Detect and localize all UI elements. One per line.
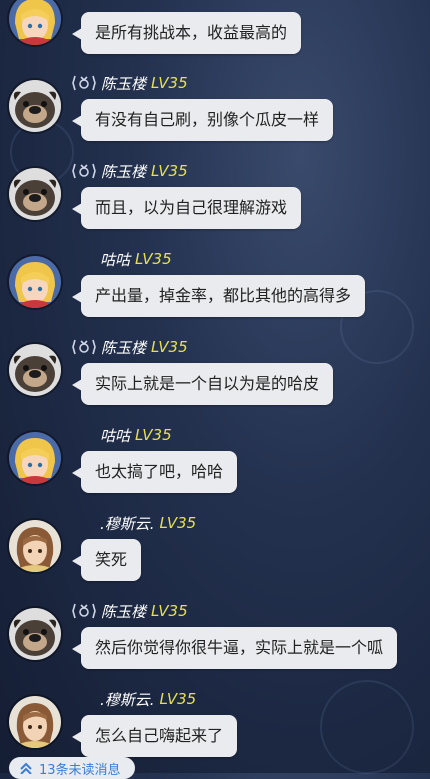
- message-bubble[interactable]: 然后你觉得你很牛逼，实际上就是一个呱: [71, 627, 398, 669]
- message-meta: 陈玉楼 LV35: [72, 160, 188, 182]
- blonde-girl-avatar[interactable]: [9, 432, 61, 484]
- chat-message: 咕咕 LV35 也太搞了吧，哈哈: [0, 424, 430, 512]
- message-meta: 陈玉楼 LV35: [72, 600, 188, 622]
- message-bubble[interactable]: 产出量，掉金率，都比其他的高得多: [71, 275, 366, 317]
- message-meta: 陈玉楼 LV35: [72, 336, 188, 358]
- message-meta: .穆斯云. LV35: [72, 512, 196, 534]
- message-bubble[interactable]: 而且，以为自己很理解游戏: [71, 187, 302, 229]
- chat-message: .穆斯云. LV35 笑死: [0, 512, 430, 600]
- user-name[interactable]: 陈玉楼: [101, 337, 146, 358]
- vip-badge-icon: [72, 74, 96, 92]
- message-meta: 咕咕 LV35: [72, 248, 172, 270]
- vip-badge-icon: [72, 602, 96, 620]
- pug-avatar[interactable]: [9, 80, 61, 132]
- vip-badge-icon: [72, 338, 96, 356]
- message-meta: 陈玉楼 LV35: [72, 72, 188, 94]
- vip-badge-icon: [72, 162, 96, 180]
- unread-messages-button[interactable]: 13条未读消息: [9, 757, 135, 779]
- chat-message: 陈玉楼 LV35 然后你觉得你很牛逼，实际上就是一个呱: [0, 600, 430, 688]
- user-name[interactable]: 陈玉楼: [101, 73, 146, 94]
- blonde-girl-avatar[interactable]: [9, 256, 61, 308]
- message-bubble[interactable]: 怎么自己嗨起来了: [71, 715, 238, 757]
- user-name[interactable]: .穆斯云.: [100, 689, 155, 710]
- message-bubble[interactable]: 也太搞了吧，哈哈: [71, 451, 238, 493]
- message-bubble[interactable]: 有没有自己刷，别像个瓜皮一样: [71, 99, 334, 141]
- user-level: LV35: [159, 514, 197, 532]
- chat-message: 咕咕 LV35 产出量，掉金率，都比其他的高得多: [0, 248, 430, 336]
- double-chevron-up-icon: [19, 762, 33, 774]
- user-level: LV35: [151, 162, 188, 180]
- message-bubble[interactable]: 笑死: [71, 539, 142, 581]
- user-name[interactable]: 咕咕: [100, 249, 130, 270]
- chat-list[interactable]: 是所有挑战本，收益最高的 陈玉楼 LV35 有没有自己刷，别像个瓜皮一样 陈玉楼…: [0, 0, 430, 773]
- user-name[interactable]: .穆斯云.: [100, 513, 155, 534]
- user-level: LV35: [135, 250, 172, 268]
- chat-message: 陈玉楼 LV35 而且，以为自己很理解游戏: [0, 160, 430, 248]
- brown-hair-avatar[interactable]: [9, 520, 61, 572]
- message-bubble[interactable]: 是所有挑战本，收益最高的: [71, 12, 302, 54]
- message-bubble[interactable]: 实际上就是一个自以为是的哈皮: [71, 363, 334, 405]
- pug-avatar[interactable]: [9, 608, 61, 660]
- user-level: LV35: [159, 690, 197, 708]
- user-level: LV35: [151, 338, 188, 356]
- user-name[interactable]: 陈玉楼: [101, 601, 146, 622]
- user-name[interactable]: 陈玉楼: [101, 161, 146, 182]
- pug-avatar[interactable]: [9, 344, 61, 396]
- chat-message: 陈玉楼 LV35 有没有自己刷，别像个瓜皮一样: [0, 72, 430, 160]
- user-name[interactable]: 咕咕: [100, 425, 130, 446]
- pug-avatar[interactable]: [9, 168, 61, 220]
- chat-message: 陈玉楼 LV35 实际上就是一个自以为是的哈皮: [0, 336, 430, 424]
- message-meta: .穆斯云. LV35: [72, 688, 196, 710]
- user-level: LV35: [151, 74, 188, 92]
- message-meta: 咕咕 LV35: [72, 424, 172, 446]
- brown-hair-avatar[interactable]: [9, 696, 61, 748]
- chat-message: 是所有挑战本，收益最高的: [0, 0, 430, 73]
- user-level: LV35: [151, 602, 188, 620]
- blonde-girl-avatar[interactable]: [9, 0, 61, 45]
- unread-label: 13条未读消息: [39, 762, 121, 778]
- user-level: LV35: [135, 426, 172, 444]
